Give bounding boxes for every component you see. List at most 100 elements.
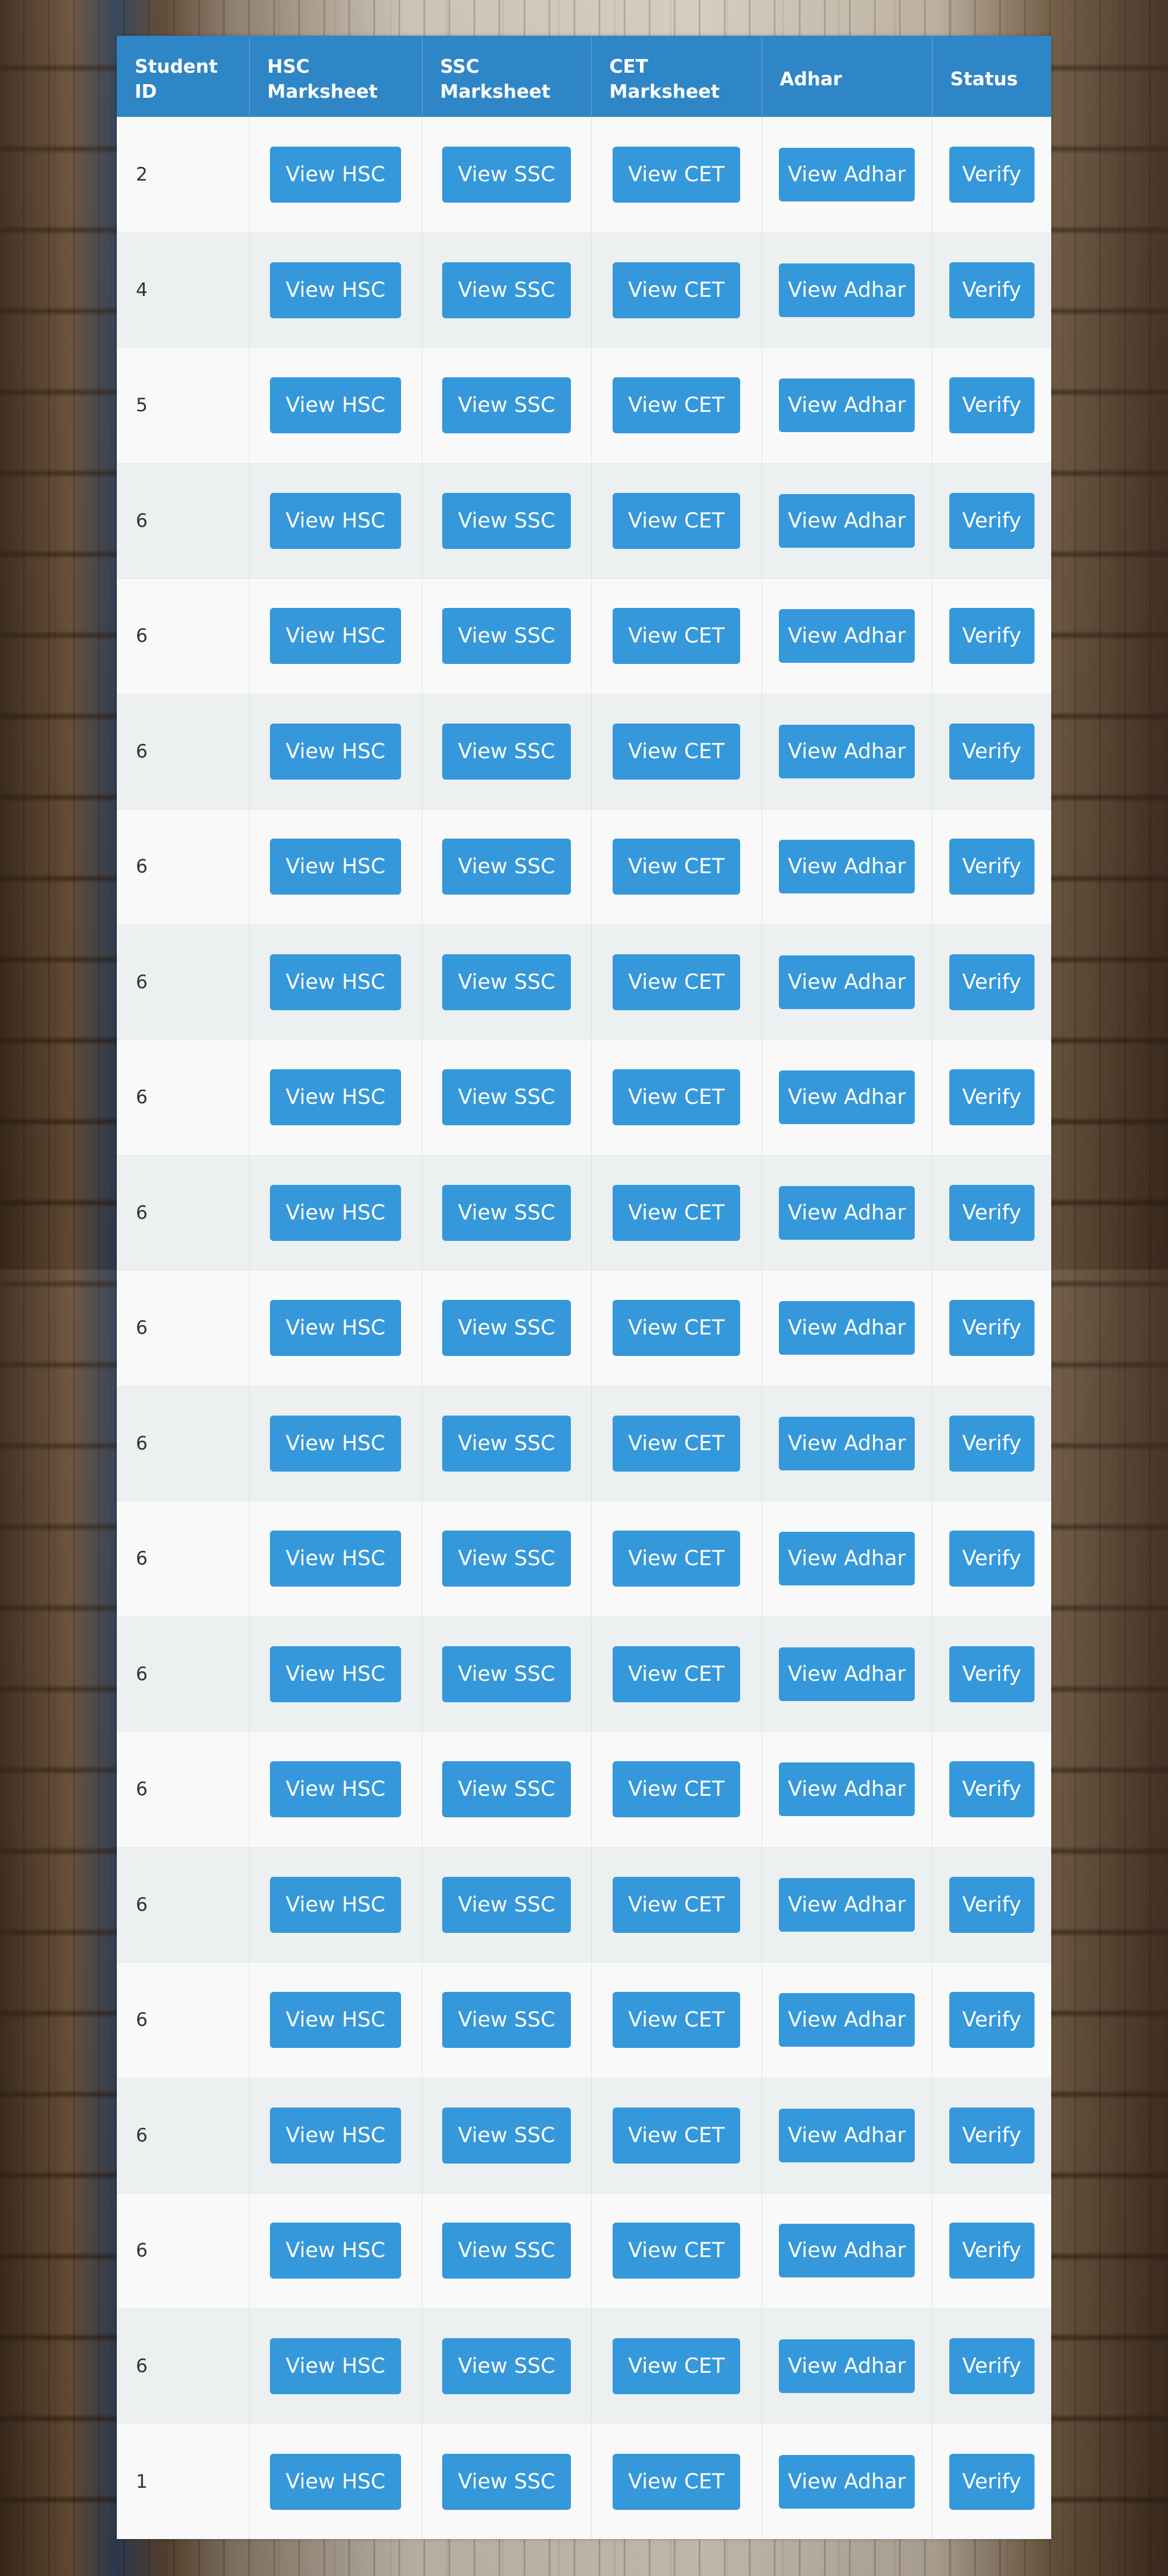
view-cet-button[interactable]: View CET (612, 1069, 741, 1126)
verify-button[interactable]: Verify (949, 2223, 1035, 2279)
view-cet-button[interactable]: View CET (612, 147, 741, 203)
verify-button[interactable]: Verify (949, 2107, 1035, 2164)
verify-button[interactable]: Verify (949, 1761, 1035, 1818)
view-hsc-button[interactable]: View HSC (270, 839, 401, 895)
view-cet-button[interactable]: View CET (612, 1646, 741, 1702)
view-cet-button[interactable]: View CET (612, 608, 741, 665)
view-adhar-button[interactable]: View Adhar (779, 1532, 915, 1586)
view-ssc-button[interactable]: View SSC (442, 147, 571, 203)
view-cet-button[interactable]: View CET (612, 2107, 741, 2164)
view-cet-button[interactable]: View CET (612, 1531, 741, 1587)
verify-button[interactable]: Verify (949, 147, 1035, 203)
view-hsc-button[interactable]: View HSC (270, 1876, 401, 1933)
verify-button[interactable]: Verify (949, 1069, 1035, 1126)
view-hsc-button[interactable]: View HSC (270, 954, 401, 1010)
view-hsc-button[interactable]: View HSC (270, 1415, 401, 1472)
view-cet-button[interactable]: View CET (612, 2338, 741, 2394)
view-adhar-button[interactable]: View Adhar (779, 1301, 915, 1355)
view-cet-button[interactable]: View CET (612, 839, 741, 895)
view-cet-button[interactable]: View CET (612, 1184, 741, 1241)
view-cet-button[interactable]: View CET (612, 1876, 741, 1933)
view-cet-button[interactable]: View CET (612, 954, 741, 1010)
view-ssc-button[interactable]: View SSC (442, 1761, 571, 1818)
view-ssc-button[interactable]: View SSC (442, 1184, 571, 1241)
view-adhar-button[interactable]: View Adhar (779, 724, 915, 778)
view-cet-button[interactable]: View CET (612, 492, 741, 549)
verify-button[interactable]: Verify (949, 839, 1035, 895)
view-ssc-button[interactable]: View SSC (442, 2338, 571, 2394)
view-adhar-button[interactable]: View Adhar (779, 494, 915, 548)
view-adhar-button[interactable]: View Adhar (779, 609, 915, 663)
view-adhar-button[interactable]: View Adhar (779, 378, 915, 433)
verify-button[interactable]: Verify (949, 1415, 1035, 1472)
view-hsc-button[interactable]: View HSC (270, 1646, 401, 1702)
view-hsc-button[interactable]: View HSC (270, 2107, 401, 2164)
view-adhar-button[interactable]: View Adhar (779, 263, 915, 317)
view-adhar-button[interactable]: View Adhar (779, 840, 915, 894)
view-cet-button[interactable]: View CET (612, 1761, 741, 1818)
view-ssc-button[interactable]: View SSC (442, 1646, 571, 1702)
view-cet-button[interactable]: View CET (612, 2223, 741, 2279)
view-adhar-button[interactable]: View Adhar (779, 1647, 915, 1701)
view-ssc-button[interactable]: View SSC (442, 954, 571, 1010)
view-cet-button[interactable]: View CET (612, 1992, 741, 2049)
verify-button[interactable]: Verify (949, 1992, 1035, 2049)
view-hsc-button[interactable]: View HSC (270, 2453, 401, 2510)
verify-button[interactable]: Verify (949, 1646, 1035, 1702)
verify-button[interactable]: Verify (949, 492, 1035, 549)
view-ssc-button[interactable]: View SSC (442, 1069, 571, 1126)
verify-button[interactable]: Verify (949, 2338, 1035, 2394)
view-ssc-button[interactable]: View SSC (442, 492, 571, 549)
view-cet-button[interactable]: View CET (612, 1415, 741, 1472)
view-ssc-button[interactable]: View SSC (442, 1992, 571, 2049)
view-ssc-button[interactable]: View SSC (442, 1415, 571, 1472)
view-ssc-button[interactable]: View SSC (442, 608, 571, 665)
view-ssc-button[interactable]: View SSC (442, 839, 571, 895)
view-ssc-button[interactable]: View SSC (442, 1876, 571, 1933)
verify-button[interactable]: Verify (949, 723, 1035, 780)
verify-button[interactable]: Verify (949, 1300, 1035, 1357)
view-adhar-button[interactable]: View Adhar (779, 148, 915, 202)
view-hsc-button[interactable]: View HSC (270, 1300, 401, 1357)
view-hsc-button[interactable]: View HSC (270, 1069, 401, 1126)
view-ssc-button[interactable]: View SSC (442, 2107, 571, 2164)
view-hsc-button[interactable]: View HSC (270, 1184, 401, 1241)
view-hsc-button[interactable]: View HSC (270, 2338, 401, 2394)
view-adhar-button[interactable]: View Adhar (779, 2224, 915, 2278)
view-hsc-button[interactable]: View HSC (270, 1531, 401, 1587)
view-cet-button[interactable]: View CET (612, 1300, 741, 1357)
view-cet-button[interactable]: View CET (612, 262, 741, 318)
verify-button[interactable]: Verify (949, 954, 1035, 1010)
view-cet-button[interactable]: View CET (612, 2453, 741, 2510)
view-hsc-button[interactable]: View HSC (270, 1992, 401, 2049)
view-adhar-button[interactable]: View Adhar (779, 955, 915, 1009)
view-adhar-button[interactable]: View Adhar (779, 1993, 915, 2047)
verify-button[interactable]: Verify (949, 1184, 1035, 1241)
view-adhar-button[interactable]: View Adhar (779, 1762, 915, 1817)
view-hsc-button[interactable]: View HSC (270, 1761, 401, 1818)
verify-button[interactable]: Verify (949, 608, 1035, 665)
view-adhar-button[interactable]: View Adhar (779, 2108, 915, 2162)
view-hsc-button[interactable]: View HSC (270, 262, 401, 318)
verify-button[interactable]: Verify (949, 262, 1035, 318)
view-ssc-button[interactable]: View SSC (442, 377, 571, 434)
view-ssc-button[interactable]: View SSC (442, 723, 571, 780)
view-hsc-button[interactable]: View HSC (270, 492, 401, 549)
view-hsc-button[interactable]: View HSC (270, 377, 401, 434)
verify-button[interactable]: Verify (949, 2453, 1035, 2510)
view-adhar-button[interactable]: View Adhar (779, 2339, 915, 2393)
verify-button[interactable]: Verify (949, 1531, 1035, 1587)
view-hsc-button[interactable]: View HSC (270, 147, 401, 203)
view-hsc-button[interactable]: View HSC (270, 2223, 401, 2279)
view-adhar-button[interactable]: View Adhar (779, 1877, 915, 1932)
view-hsc-button[interactable]: View HSC (270, 608, 401, 665)
view-cet-button[interactable]: View CET (612, 723, 741, 780)
view-adhar-button[interactable]: View Adhar (779, 2454, 915, 2509)
view-ssc-button[interactable]: View SSC (442, 2223, 571, 2279)
view-ssc-button[interactable]: View SSC (442, 1300, 571, 1357)
view-hsc-button[interactable]: View HSC (270, 723, 401, 780)
verify-button[interactable]: Verify (949, 1876, 1035, 1933)
view-ssc-button[interactable]: View SSC (442, 2453, 571, 2510)
view-ssc-button[interactable]: View SSC (442, 262, 571, 318)
view-cet-button[interactable]: View CET (612, 377, 741, 434)
